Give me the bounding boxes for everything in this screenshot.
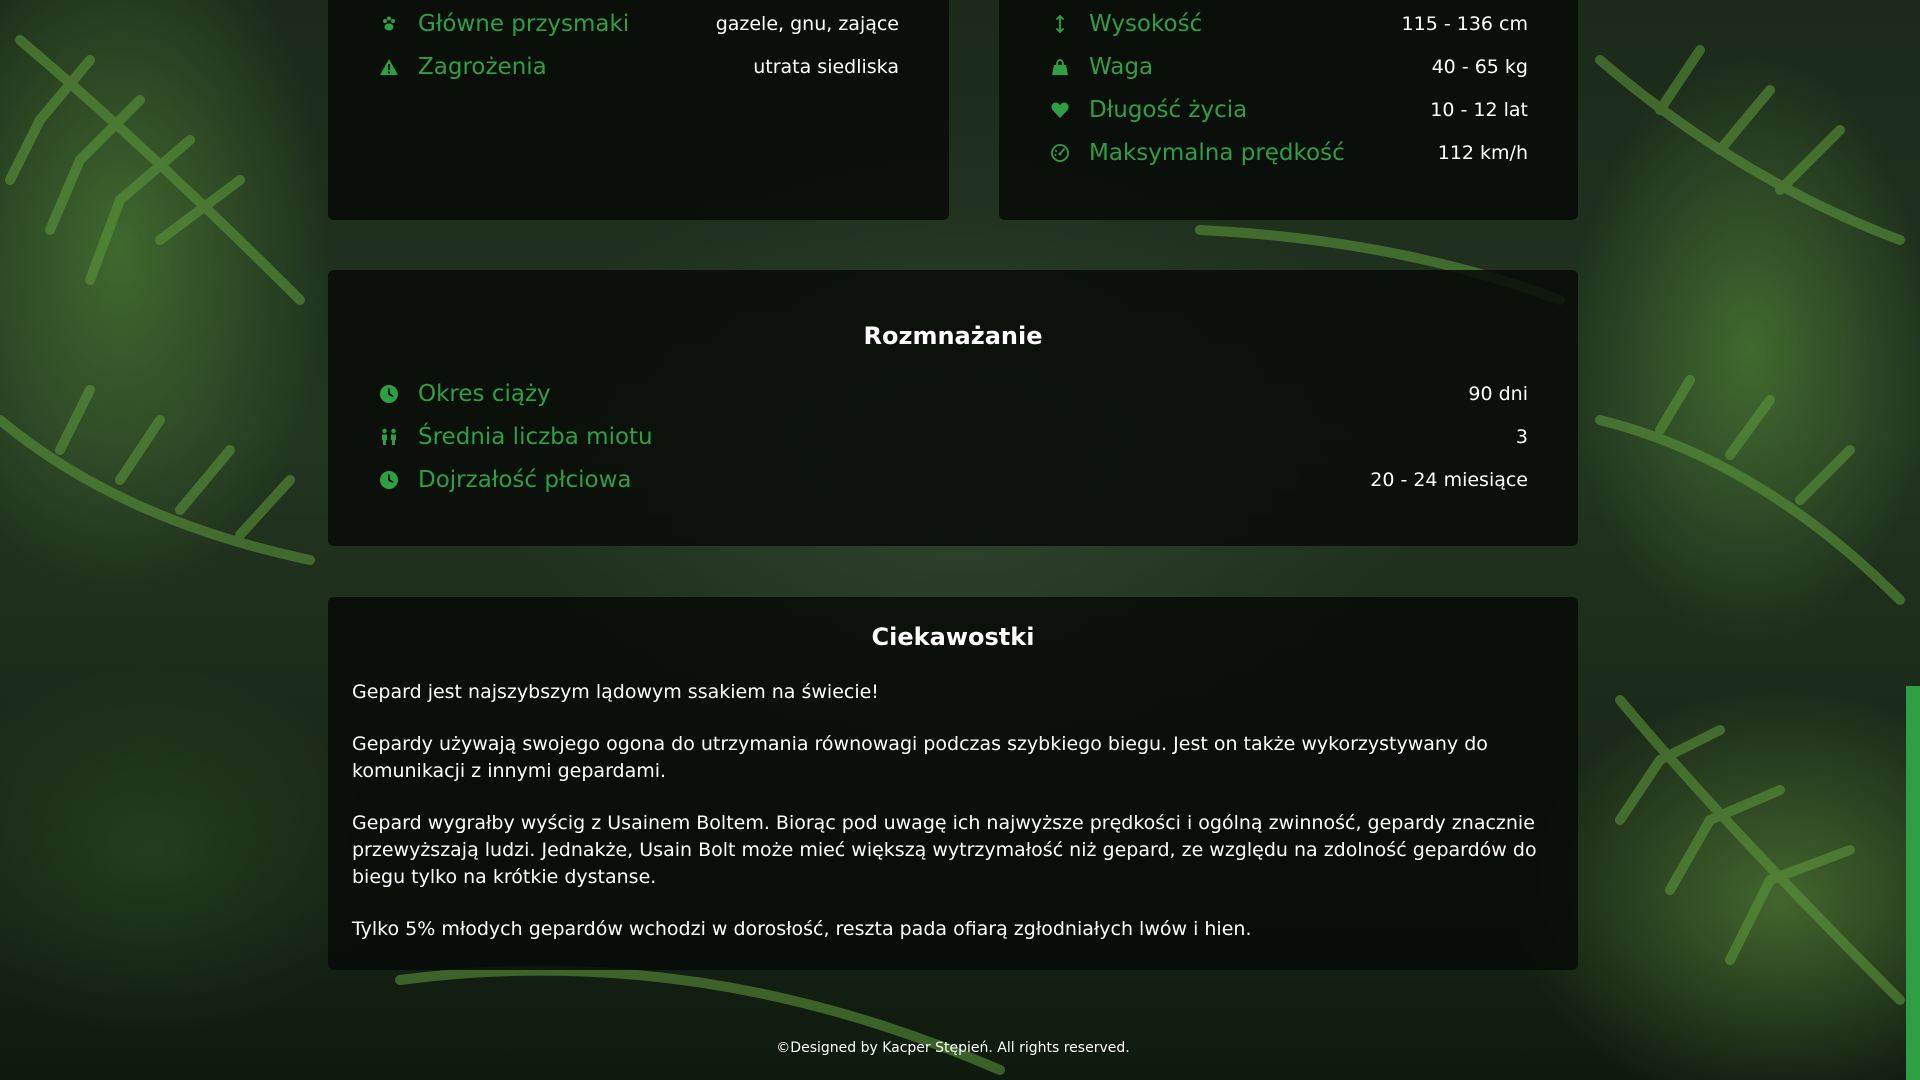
reproduction-title: Rozmnażanie <box>863 322 1043 350</box>
physical-stats-card: Wysokość 115 - 136 cm Waga 40 - 65 kg Dł… <box>999 0 1578 220</box>
row-value: utrata siedliska <box>753 56 899 78</box>
row-value: 90 dni <box>1468 383 1528 405</box>
stats-row-weight: Waga 40 - 65 kg <box>1049 52 1528 82</box>
scrollbar-track[interactable] <box>1906 0 1920 1080</box>
fun-facts-card: Ciekawostki Gepard jest najszybszym lądo… <box>328 597 1578 970</box>
stats-row-lifespan: Długość życia 10 - 12 lat <box>1049 95 1528 125</box>
row-value: 10 - 12 lat <box>1430 99 1528 121</box>
fact-paragraph: Gepard jest najszybszym lądowym ssakiem … <box>352 681 879 703</box>
row-value: 3 <box>1515 426 1528 448</box>
clock-icon <box>378 469 400 491</box>
stats-row-height: Wysokość 115 - 136 cm <box>1049 9 1528 39</box>
row-label: Waga <box>1089 54 1154 80</box>
fact-paragraph: Tylko 5% młodych gepardów wchodzi w doro… <box>352 918 1252 940</box>
row-value: 40 - 65 kg <box>1431 56 1528 78</box>
weight-icon <box>1049 56 1071 78</box>
row-label: Wysokość <box>1089 11 1203 37</box>
diet-row-threats: Zagrożenia utrata siedliska <box>378 52 899 82</box>
row-label: Długość życia <box>1089 97 1248 123</box>
row-value: 20 - 24 miesiące <box>1370 469 1528 491</box>
row-label: Średnia liczba miotu <box>418 424 653 450</box>
fact-paragraph: Gepard wygrałby wyścig z Usainem Boltem.… <box>352 812 1537 888</box>
diet-row-favorite-food: Główne przysmaki gazele, gnu, zające <box>378 9 899 39</box>
heart-icon <box>1049 99 1071 121</box>
row-value: gazele, gnu, zające <box>715 13 899 35</box>
scrollbar-thumb[interactable] <box>1906 686 1920 1080</box>
reproduction-card: Rozmnażanie Okres ciąży 90 dni Średnia l… <box>328 270 1578 546</box>
row-value: 115 - 136 cm <box>1401 13 1528 35</box>
row-label: Zagrożenia <box>418 54 547 80</box>
repro-row-gestation: Okres ciąży 90 dni <box>378 379 1528 409</box>
speedometer-icon <box>1049 142 1071 164</box>
fun-facts-body: Gepard jest najszybszym lądowym ssakiem … <box>352 679 1554 968</box>
row-label: Główne przysmaki <box>418 11 630 37</box>
footer-copyright: ©Designed by Kacper Stępień. All rights … <box>776 1040 1130 1056</box>
clock-icon <box>378 383 400 405</box>
children-icon <box>378 426 400 448</box>
diet-card: Główne przysmaki gazele, gnu, zające Zag… <box>328 0 949 220</box>
fun-facts-title: Ciekawostki <box>871 623 1035 651</box>
paw-icon <box>378 13 400 35</box>
row-label: Okres ciąży <box>418 381 551 407</box>
repro-row-maturity: Dojrzałość płciowa 20 - 24 miesiące <box>378 465 1528 495</box>
fact-paragraph: Gepardy używają swojego ogona do utrzyma… <box>352 733 1488 782</box>
row-value: 112 km/h <box>1437 142 1528 164</box>
row-label: Dojrzałość płciowa <box>418 467 632 493</box>
stats-row-max-speed: Maksymalna prędkość 112 km/h <box>1049 138 1528 168</box>
repro-row-litter-size: Średnia liczba miotu 3 <box>378 422 1528 452</box>
warning-icon <box>378 56 400 78</box>
height-arrows-icon <box>1049 13 1071 35</box>
row-label: Maksymalna prędkość <box>1089 140 1345 166</box>
